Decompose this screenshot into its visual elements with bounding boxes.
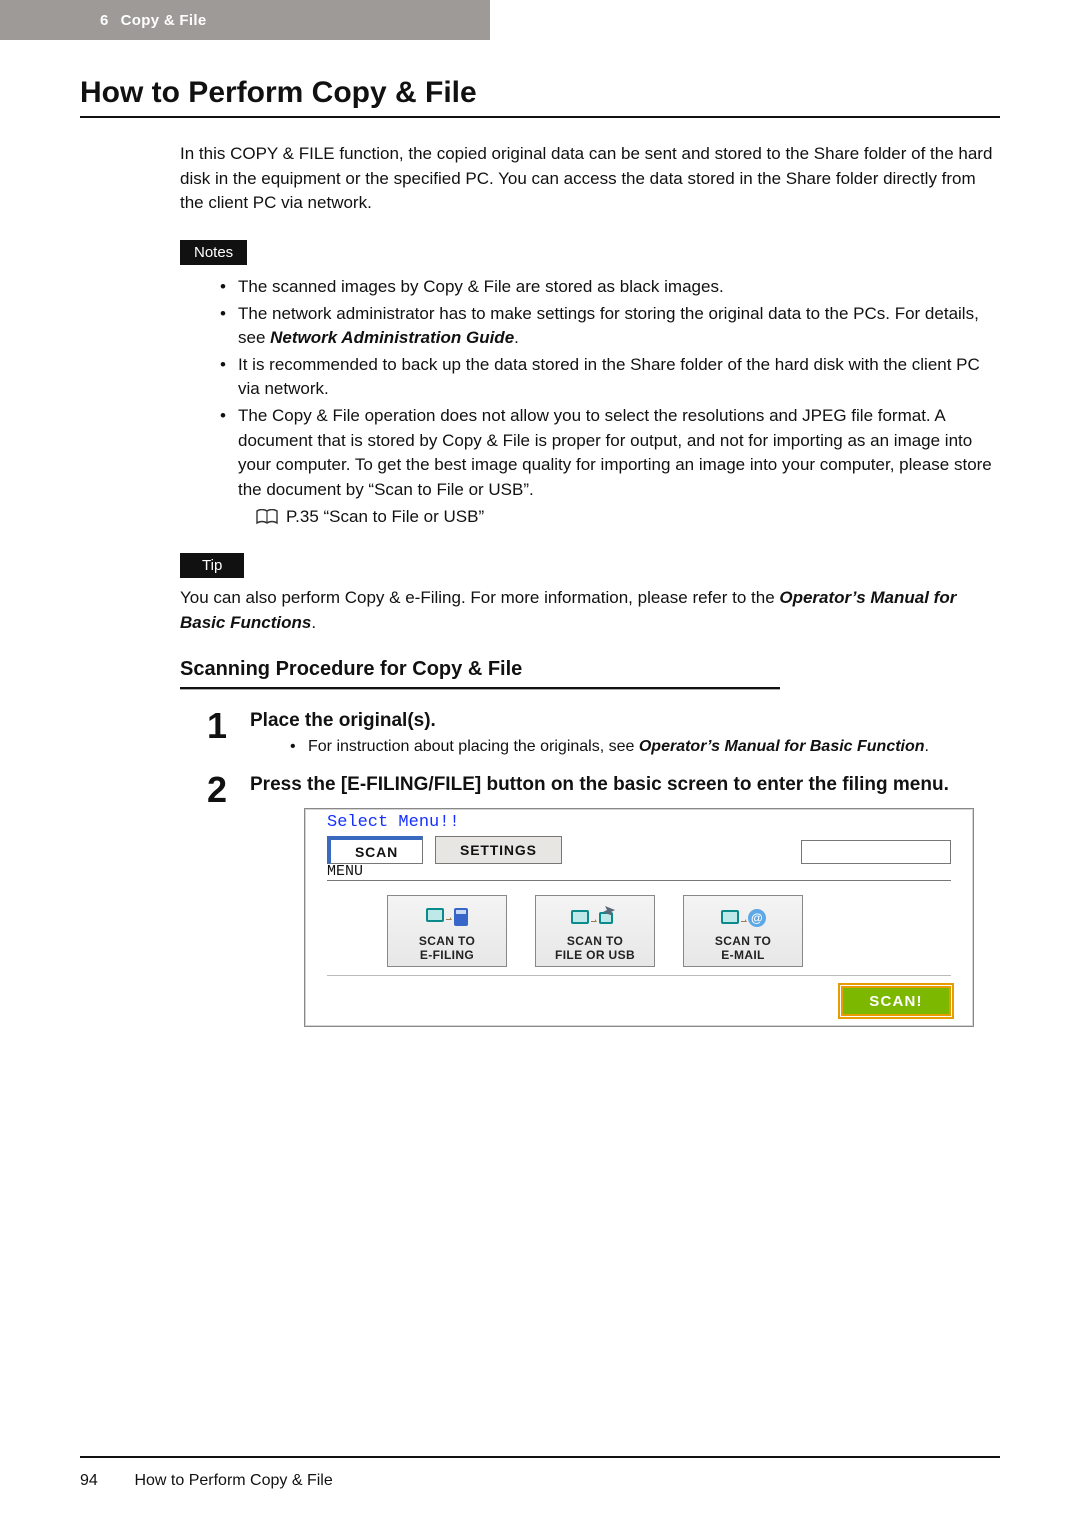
- title-rule: [80, 116, 1000, 118]
- icon-label-line1: SCAN TO: [567, 934, 623, 948]
- menu-label: MENU: [327, 863, 951, 880]
- bullet-text-after: .: [925, 738, 929, 755]
- scan-to-efiling-button[interactable]: SCAN TO E-FILING: [387, 895, 507, 967]
- icon-label-line2: FILE OR USB: [555, 948, 635, 962]
- scan-to-email-button[interactable]: @ SCAN TO E-MAIL: [683, 895, 803, 967]
- bullet-text-before: For instruction about placing the origin…: [308, 738, 639, 755]
- page-footer-title: How to Perform Copy & File: [134, 1472, 332, 1489]
- ref-text: P.35 “Scan to File or USB”: [286, 505, 484, 530]
- book-icon: [256, 509, 278, 525]
- step-number: 1: [200, 708, 234, 758]
- step-bullets: For instruction about placing the origin…: [250, 736, 1000, 758]
- chapter-title: Copy & File: [121, 12, 207, 29]
- footer-rule: [80, 1456, 1000, 1458]
- tip-text-before: You can also perform Copy & e-Filing. Fo…: [180, 588, 779, 607]
- scan-to-file-or-usb-button[interactable]: SCAN TO FILE OR USB: [535, 895, 655, 967]
- efiling-icon: [424, 902, 470, 936]
- tab-scan[interactable]: SCAN: [327, 836, 423, 864]
- step-bullet: For instruction about placing the origin…: [290, 736, 1000, 758]
- note-item: The network administrator has to make se…: [220, 302, 1000, 351]
- page-number: 94: [80, 1472, 130, 1490]
- scan-button[interactable]: SCAN!: [841, 986, 951, 1016]
- step-number: 2: [200, 772, 234, 1027]
- notes-label: Notes: [180, 240, 247, 265]
- step-title: Place the original(s).: [250, 710, 1000, 732]
- email-icon: @: [719, 902, 767, 936]
- device-screenshot: Select Menu!! SCAN SETTINGS MENU: [304, 808, 974, 1027]
- note-emph: Network Administration Guide: [270, 328, 514, 347]
- icon-label-line1: SCAN TO: [715, 934, 771, 948]
- note-item: The Copy & File operation does not allow…: [220, 404, 1000, 529]
- note-text-after: .: [514, 328, 519, 347]
- file-usb-icon: [569, 902, 621, 936]
- notes-list: The scanned images by Copy & File are st…: [180, 275, 1000, 529]
- status-box: [801, 840, 951, 864]
- note-text: The scanned images by Copy & File are st…: [238, 277, 724, 296]
- svg-text:@: @: [751, 911, 763, 925]
- subheading: Scanning Procedure for Copy & File: [180, 658, 1000, 681]
- icon-label-line2: E-MAIL: [721, 948, 765, 962]
- divider: [327, 880, 951, 881]
- note-text: It is recommended to back up the data st…: [238, 355, 980, 399]
- tip-paragraph: You can also perform Copy & e-Filing. Fo…: [180, 586, 1000, 635]
- tab-settings[interactable]: SETTINGS: [435, 836, 562, 864]
- tip-text-after: .: [311, 613, 316, 632]
- device-tab-row: SCAN SETTINGS: [327, 836, 951, 864]
- tip-label: Tip: [180, 553, 244, 578]
- icon-label-line1: SCAN TO: [419, 934, 475, 948]
- cross-reference: P.35 “Scan to File or USB”: [238, 505, 1000, 530]
- icon-label-line2: E-FILING: [420, 948, 474, 962]
- device-prompt: Select Menu!!: [327, 813, 951, 832]
- page-title: How to Perform Copy & File: [80, 76, 1000, 110]
- intro-paragraph: In this COPY & FILE function, the copied…: [180, 142, 1000, 216]
- chapter-number: 6: [100, 12, 109, 29]
- bullet-emph: Operator’s Manual for Basic Function: [639, 738, 925, 755]
- note-text: The Copy & File operation does not allow…: [238, 406, 992, 499]
- chapter-header: 6 Copy & File: [0, 0, 490, 40]
- page-footer: 94 How to Perform Copy & File: [0, 1456, 1080, 1490]
- note-item: It is recommended to back up the data st…: [220, 353, 1000, 402]
- note-item: The scanned images by Copy & File are st…: [220, 275, 1000, 300]
- step-title: Press the [E-FILING/FILE] button on the …: [250, 774, 1000, 796]
- subheading-rule: [180, 687, 780, 690]
